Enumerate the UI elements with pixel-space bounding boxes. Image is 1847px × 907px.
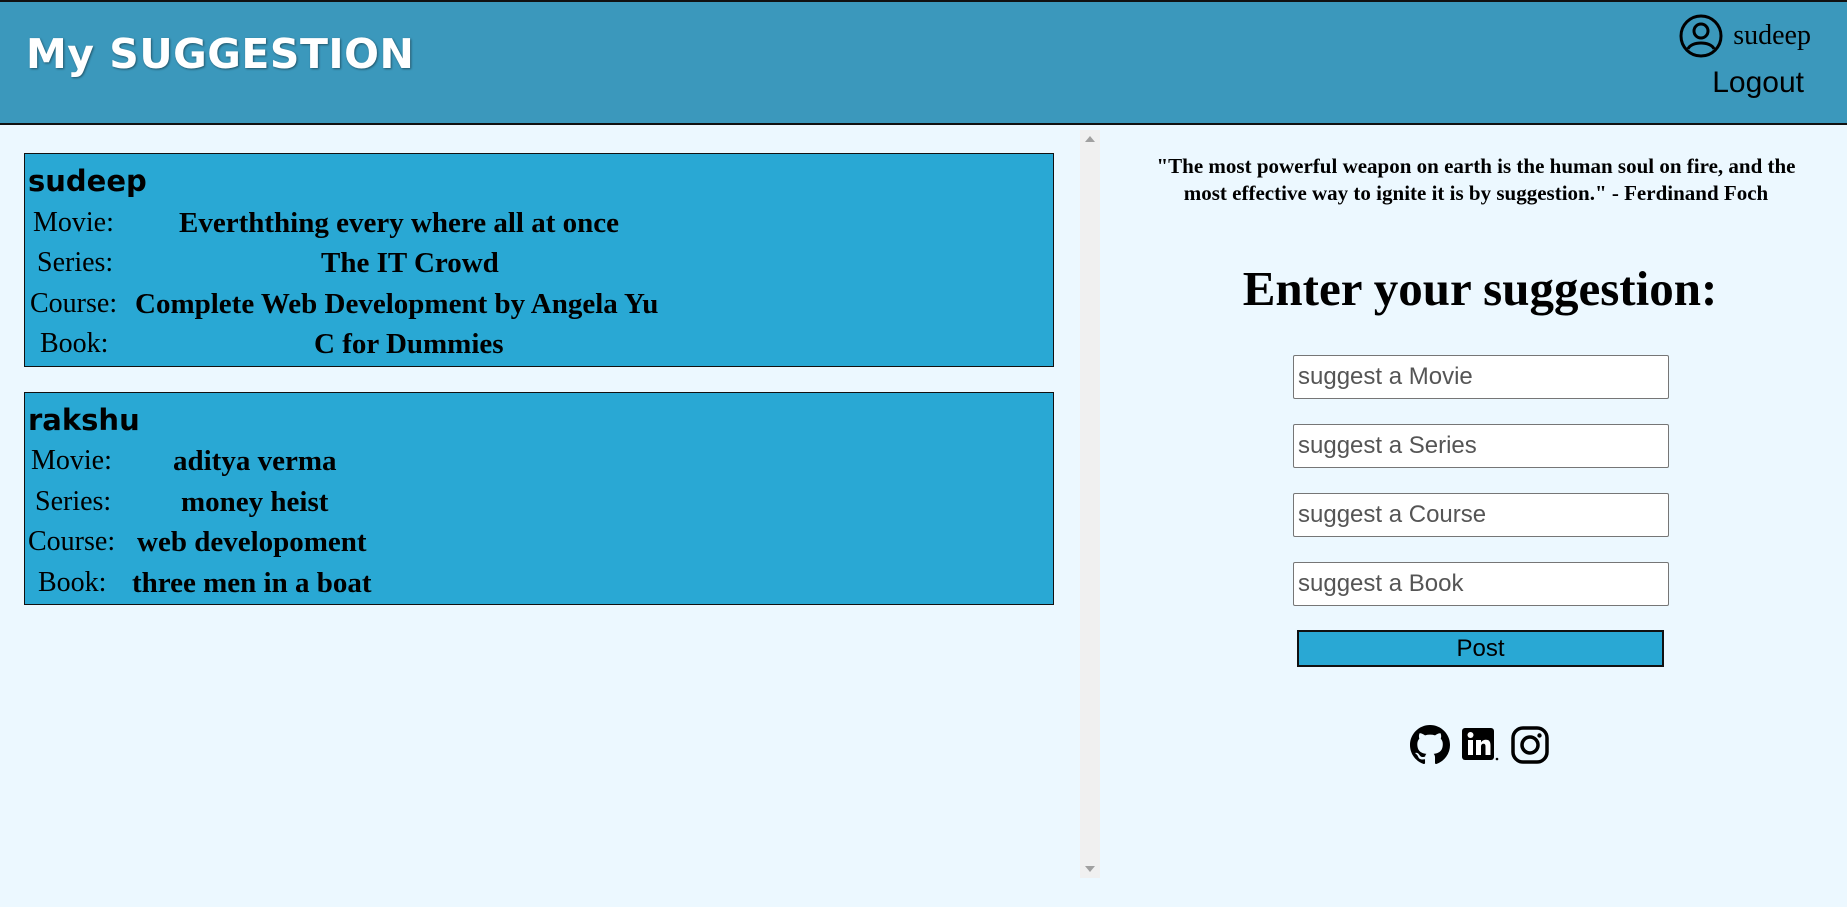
book-label: Book: (38, 567, 107, 598)
suggestion-form-panel: "The most powerful weapon on earth is th… (1100, 125, 1847, 907)
social-links (1410, 725, 1560, 765)
series-value: The IT Crowd (321, 247, 499, 279)
book-input[interactable] (1293, 562, 1669, 606)
github-icon[interactable] (1410, 725, 1450, 765)
course-value: web developoment (137, 526, 367, 558)
suggestion-card: sudeep Movie: Everththing every where al… (24, 153, 1054, 367)
course-value: Complete Web Development by Angela Yu (135, 288, 659, 320)
username-label: sudeep (1733, 20, 1811, 51)
card-username: rakshu (28, 403, 140, 437)
user-profile[interactable]: sudeep (1679, 14, 1811, 58)
logout-link[interactable]: Logout (1712, 66, 1804, 100)
movie-input[interactable] (1293, 355, 1669, 399)
post-button[interactable]: Post (1297, 630, 1664, 667)
series-label: Series: (37, 247, 114, 278)
form-heading: Enter your suggestion: (1242, 261, 1718, 316)
user-avatar-icon[interactable] (1679, 14, 1723, 58)
movie-label: Movie: (31, 445, 112, 476)
series-value: money heist (181, 486, 329, 518)
user-area: sudeep Logout (1661, 14, 1811, 114)
movie-value: aditya verma (173, 445, 337, 477)
book-value: C for Dummies (314, 328, 504, 360)
app-title: My SUGGESTION (26, 30, 415, 78)
quote-text: "The most powerful weapon on earth is th… (1156, 154, 1796, 205)
course-input[interactable] (1293, 493, 1669, 537)
book-label: Book: (40, 328, 109, 359)
card-username: sudeep (28, 164, 147, 198)
series-label: Series: (35, 486, 112, 517)
movie-value: Everththing every where all at once (179, 207, 620, 239)
series-input[interactable] (1293, 424, 1669, 468)
feed-scrollbar[interactable] (1080, 130, 1100, 878)
instagram-icon[interactable] (1510, 725, 1550, 765)
suggestion-feed: sudeep Movie: Everththing every where al… (0, 125, 1080, 880)
course-label: Course: (28, 526, 116, 557)
header-bar: My SUGGESTION sudeep Logout (0, 0, 1847, 125)
scroll-down-arrow-icon[interactable] (1085, 866, 1095, 872)
suggestion-card: rakshu Movie: aditya verma Series: money… (24, 392, 1054, 605)
book-value: three men in a boat (132, 567, 372, 599)
movie-label: Movie: (33, 207, 114, 238)
course-label: Course: (30, 288, 118, 319)
scroll-up-arrow-icon[interactable] (1085, 136, 1095, 142)
linkedin-icon[interactable] (1460, 725, 1500, 765)
